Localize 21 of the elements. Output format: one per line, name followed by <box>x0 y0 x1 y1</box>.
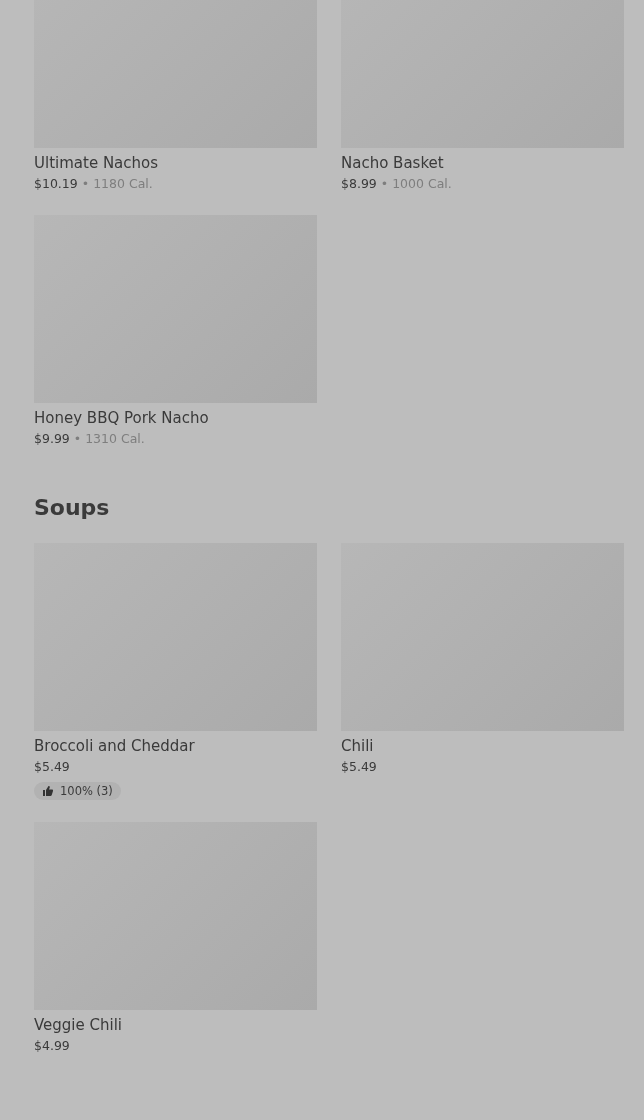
item-name: Broccoli and Cheddar <box>34 735 196 756</box>
thumbs-up-icon <box>42 784 54 797</box>
item-name: Nacho Basket <box>341 153 445 173</box>
item-calories: 1310 Cal. <box>85 430 145 448</box>
item-calories: 1180 Cal. <box>93 175 153 193</box>
separator: • <box>73 430 82 448</box>
item-price: $5.49 <box>341 757 377 776</box>
section-heading: Soups <box>34 494 111 522</box>
separator: • <box>380 175 389 193</box>
item-price: $4.99 <box>34 1036 70 1055</box>
item-price: $5.49 <box>34 757 70 776</box>
item-name: Chili <box>341 735 375 756</box>
rating-text: 100% (3) <box>60 783 113 798</box>
item-price: $8.99 <box>341 175 377 193</box>
separator: • <box>81 175 90 193</box>
item-price: $10.19 <box>34 175 78 193</box>
item-name: Ultimate Nachos <box>34 153 160 173</box>
item-name: Honey BBQ Pork Nacho <box>34 408 210 428</box>
item-name: Veggie Chili <box>34 1014 123 1035</box>
item-price: $9.99 <box>34 430 70 448</box>
item-calories: 1000 Cal. <box>392 175 452 193</box>
